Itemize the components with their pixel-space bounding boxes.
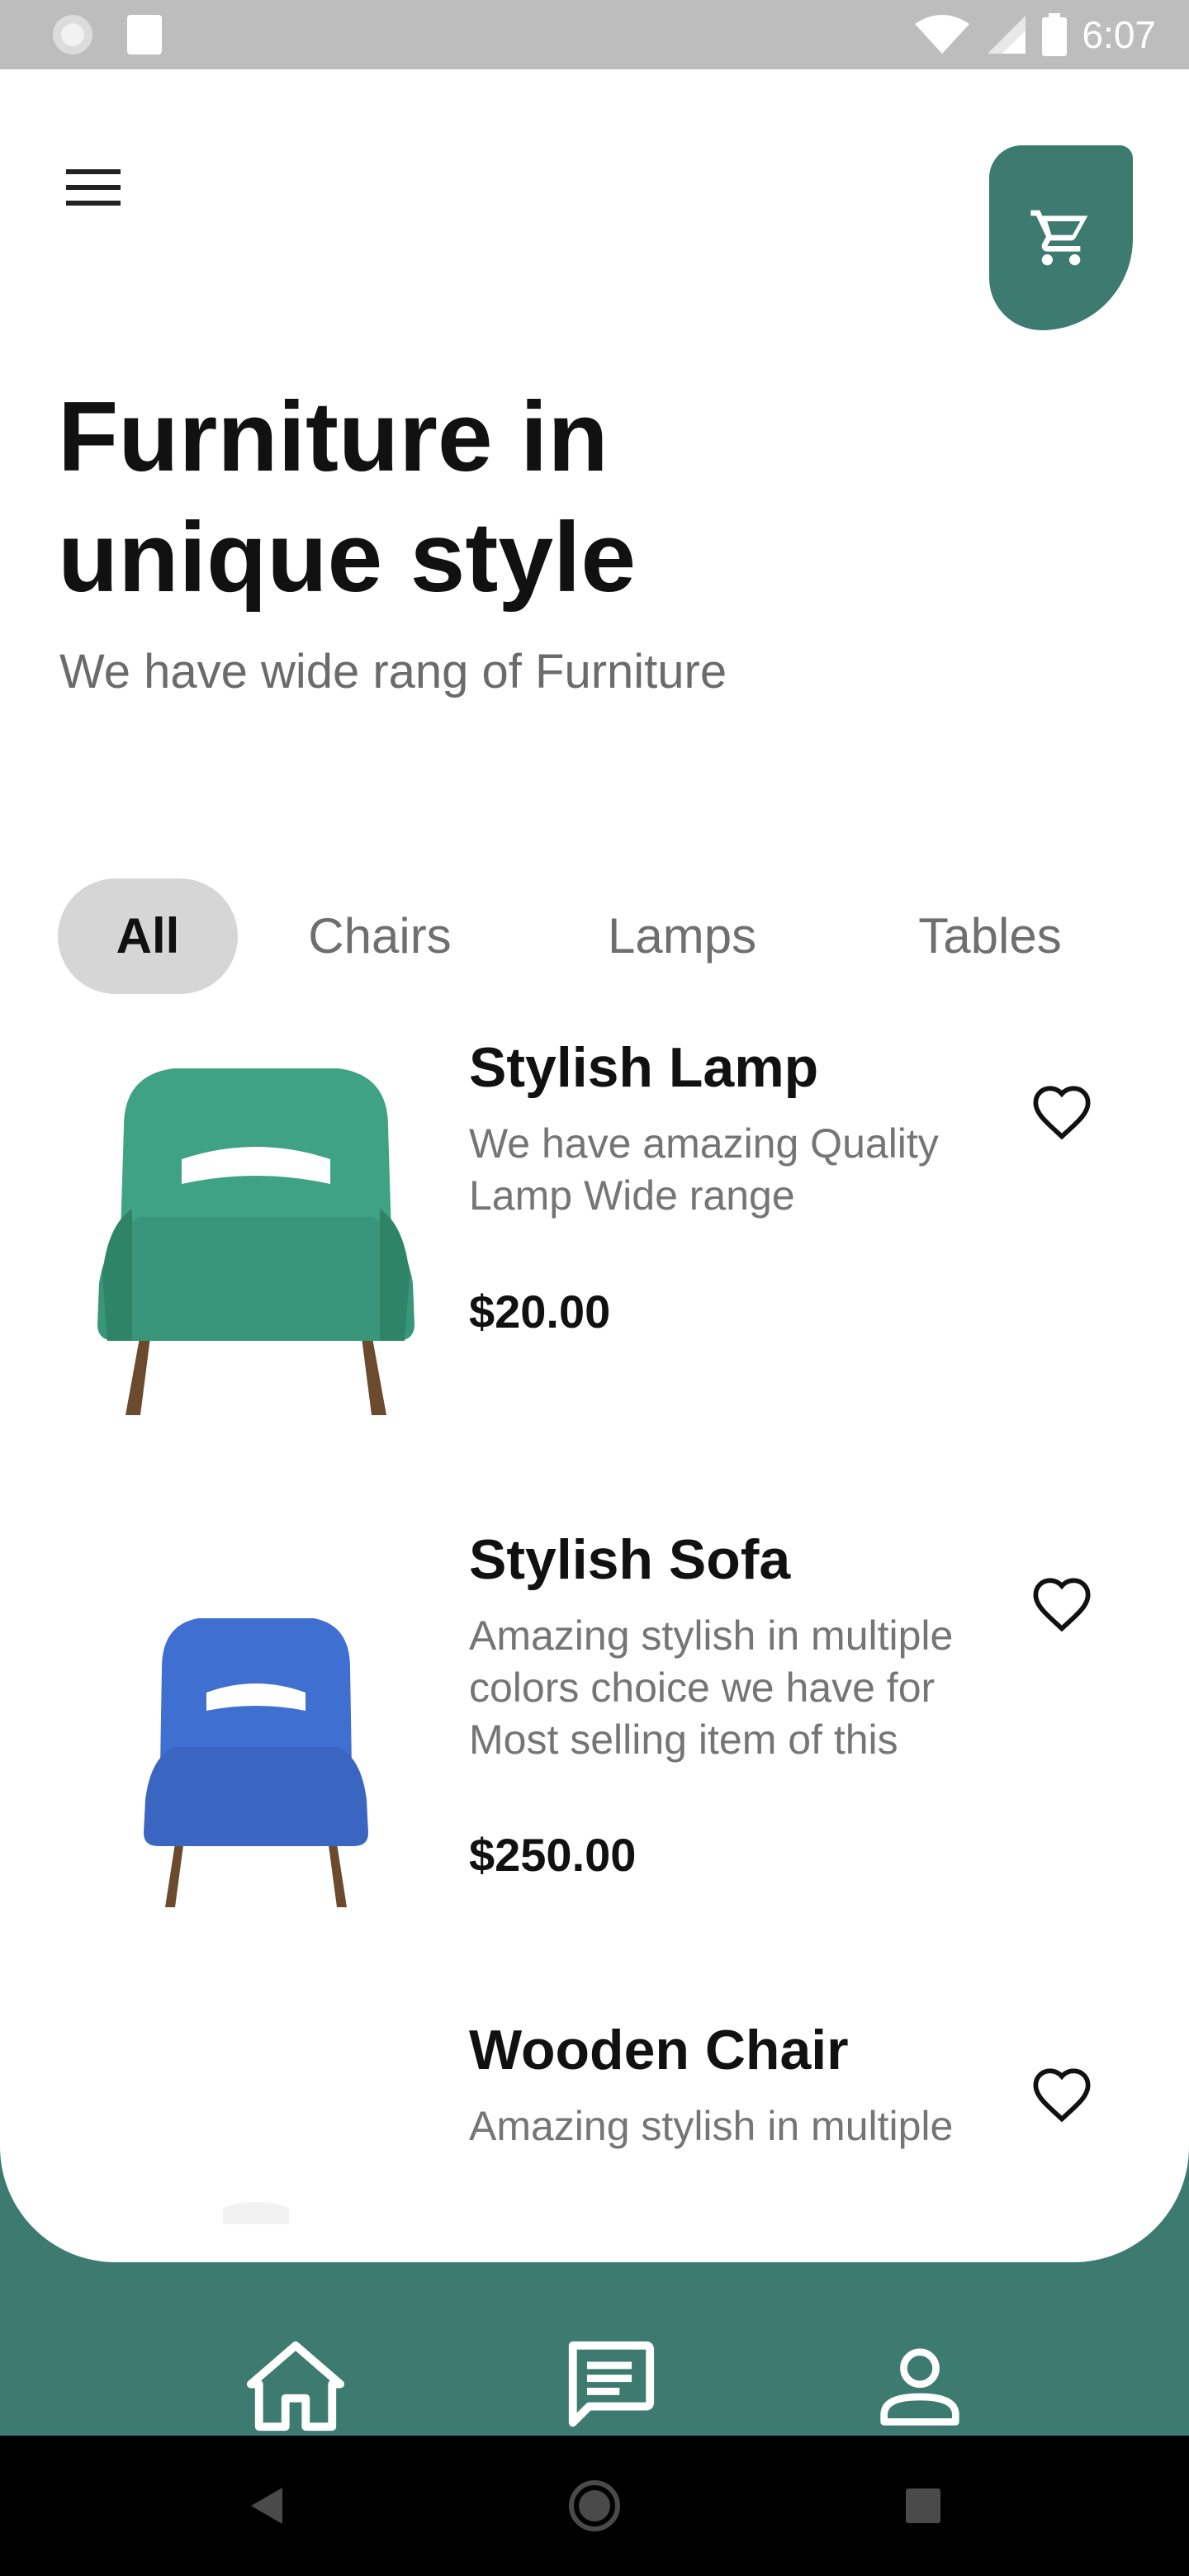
menu-icon	[66, 169, 121, 206]
menu-button[interactable]	[64, 159, 122, 216]
home-icon	[247, 2341, 344, 2432]
product-card[interactable]: Stylish Sofa Amazing stylish in multiple…	[0, 1519, 1189, 1982]
status-time: 6:07	[1082, 13, 1156, 56]
home-system-button[interactable]	[545, 2436, 644, 2576]
back-button[interactable]	[216, 2436, 315, 2576]
product-name: Stylish Sofa	[469, 1528, 791, 1591]
battery-icon	[1042, 13, 1068, 56]
nav-messages[interactable]	[552, 2328, 667, 2444]
main-content: Furniture in unique style We have wide r…	[0, 69, 1189, 2262]
heart-icon	[1033, 2068, 1091, 2123]
recents-button[interactable]	[874, 2436, 973, 2576]
product-image-blue-armchair	[144, 1618, 368, 1907]
sd-card-icon	[127, 15, 162, 54]
product-name: Stylish Lamp	[469, 1036, 819, 1099]
product-price: $250.00	[469, 1829, 637, 1881]
cart-icon	[1030, 210, 1088, 266]
message-icon	[568, 2341, 655, 2427]
cell-signal-icon	[988, 16, 1026, 54]
page-title: Furniture in unique style	[58, 381, 637, 613]
product-description: We have amazing Quality Lamp Wide range	[469, 1120, 939, 1219]
notification-icon	[53, 15, 92, 54]
tab-tables[interactable]: Tables	[903, 878, 1077, 994]
profile-icon	[880, 2348, 959, 2426]
cart-button[interactable]	[989, 145, 1133, 330]
product-description: Amazing stylish in multiple	[469, 2103, 954, 2149]
tab-chairs[interactable]: Chairs	[306, 878, 454, 994]
wifi-icon	[915, 15, 970, 54]
product-image-green-armchair	[97, 1068, 414, 1415]
product-description: Amazing stylish in multiple colors choic…	[469, 1612, 954, 1763]
nav-profile[interactable]	[862, 2328, 978, 2444]
product-card[interactable]: Stylish Lamp We have amazing Quality Lam…	[0, 1027, 1189, 1489]
product-image-white-chair	[223, 2202, 289, 2224]
status-right-group: 6:07	[913, 8, 1156, 61]
favorite-button[interactable]	[1027, 1078, 1097, 1148]
page-subtitle: We have wide rang of Furniture	[59, 645, 727, 698]
heart-icon	[1033, 1086, 1091, 1140]
home-circle-icon	[569, 2480, 620, 2531]
category-tabs: All Chairs Lamps Tables	[58, 878, 1156, 994]
status-bar: 6:07	[0, 0, 1189, 69]
heart-icon	[1033, 1578, 1091, 1632]
product-name: Wooden Chair	[469, 2019, 849, 2081]
favorite-button[interactable]	[1027, 2061, 1097, 2130]
favorite-button[interactable]	[1027, 1570, 1097, 1640]
recents-icon	[906, 2488, 940, 2523]
back-icon	[251, 2488, 282, 2524]
nav-home[interactable]	[238, 2328, 353, 2444]
tab-all[interactable]: All	[58, 878, 238, 994]
system-navigation-bar	[0, 2436, 1189, 2576]
tab-lamps[interactable]: Lamps	[608, 878, 756, 994]
product-card[interactable]: Wooden Chair Amazing stylish in multiple	[0, 2010, 1189, 2224]
product-price: $20.00	[469, 1286, 611, 1338]
